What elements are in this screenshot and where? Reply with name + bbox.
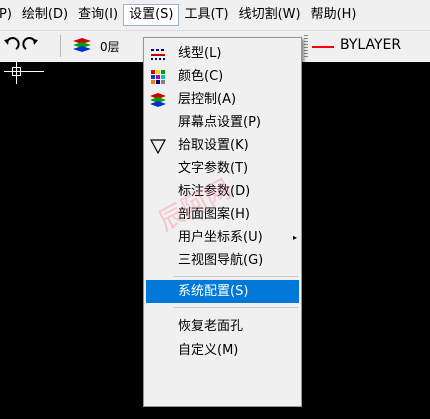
pick-filter-icon — [150, 139, 166, 154]
menu-item-system-config[interactable]: 系统配置(S) — [146, 280, 299, 303]
menu-item-label: 标注参数(D) — [178, 184, 251, 199]
crosshair-cursor-icon — [4, 62, 44, 84]
menu-item-label: 颜色(C) — [178, 69, 224, 84]
current-layer[interactable]: 0层 — [100, 38, 120, 55]
submenu-arrow-icon: ▸ — [293, 233, 298, 242]
menu-separator — [174, 307, 298, 308]
menu-item-customize[interactable]: 自定义(M) — [146, 339, 299, 362]
menu-draw[interactable]: 绘制(D) — [17, 4, 73, 26]
color-palette-icon — [151, 70, 165, 84]
menu-item-label: 文字参数(T) — [178, 161, 249, 176]
menu-item-text-params[interactable]: 文字参数(T) — [146, 157, 299, 180]
toolbar-separator — [60, 35, 61, 57]
menu-separator — [174, 276, 298, 277]
menu-item-label: 层控制(A) — [178, 92, 237, 107]
menu-item-label: 剖面图案(H) — [178, 207, 250, 222]
toolbar-grip[interactable] — [304, 35, 308, 59]
menu-item-label: 拾取设置(K) — [178, 138, 249, 153]
menu-settings[interactable]: 设置(S) — [123, 4, 180, 26]
menu-item-hatch-pattern[interactable]: 剖面图案(H) — [146, 203, 299, 226]
menu-item-label: 系统配置(S) — [178, 284, 249, 299]
menu-item-layer-control[interactable]: 层控制(A) — [146, 88, 299, 111]
linetype-icon — [151, 49, 165, 60]
layers-icon[interactable] — [72, 38, 92, 54]
menu-item-screen-point[interactable]: 屏幕点设置(P) — [146, 111, 299, 134]
menu-item-label: 用户坐标系(U) — [178, 230, 263, 245]
linetype-value[interactable]: BYLAYER — [340, 37, 401, 53]
menu-tools[interactable]: 工具(T) — [179, 4, 233, 26]
menu-item-label: 屏幕点设置(P) — [178, 115, 261, 130]
menu-wire-cut[interactable]: 线切割(W) — [234, 4, 306, 26]
menu-item-label: 自定义(M) — [178, 343, 239, 358]
menu-item-linetype[interactable]: 线型(L) — [146, 42, 299, 65]
menu-item-three-view-nav[interactable]: 三视图导航(G) — [146, 249, 299, 272]
menu-item-label: 恢复老面孔 — [178, 319, 244, 334]
settings-dropdown: 线型(L) 颜色(C) 层控制(A) 屏幕点设置(P) 拾取设置(K) 文字参数… — [143, 37, 302, 407]
menu-partial[interactable]: P) — [0, 4, 17, 26]
linetype-swatch — [312, 46, 334, 48]
undo-icon[interactable] — [2, 36, 20, 54]
menu-item-restore-classic[interactable]: 恢复老面孔 — [146, 315, 299, 338]
menu-item-dimension-params[interactable]: 标注参数(D) — [146, 180, 299, 203]
menu-item-label: 三视图导航(G) — [178, 253, 264, 268]
menu-bar: P) 绘制(D) 查询(I) 设置(S) 工具(T) 线切割(W) 帮助(H) — [0, 0, 430, 30]
menu-query[interactable]: 查询(I) — [73, 4, 123, 26]
menu-item-ucs[interactable]: 用户坐标系(U) ▸ — [146, 226, 299, 249]
layers-icon — [150, 93, 166, 107]
redo-icon[interactable] — [22, 36, 40, 54]
menu-help[interactable]: 帮助(H) — [306, 4, 362, 26]
menu-item-color[interactable]: 颜色(C) — [146, 65, 299, 88]
menu-item-pick-settings[interactable]: 拾取设置(K) — [146, 134, 299, 157]
menu-item-label: 线型(L) — [178, 46, 222, 61]
